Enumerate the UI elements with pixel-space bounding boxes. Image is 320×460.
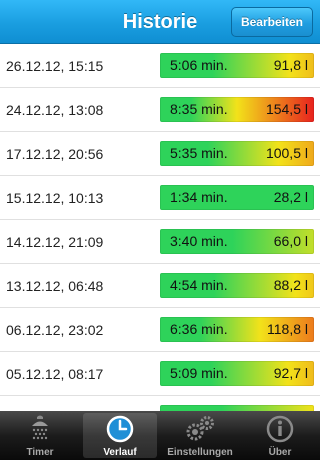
tab-ueber[interactable]: Über xyxy=(240,411,320,460)
history-date: 14.12.12, 21:09 xyxy=(6,234,104,250)
duration-value: 4:54 min. xyxy=(170,277,228,293)
usage-bar: 5:09 min. 92,7 l xyxy=(160,361,314,386)
history-row[interactable]: 24.12.12, 13:08 8:35 min. 154,5 l xyxy=(0,88,320,132)
history-date: 24.12.12, 13:08 xyxy=(6,102,104,118)
duration-value: 1:34 min. xyxy=(170,189,228,205)
history-row[interactable]: 15.12.12, 10:13 1:34 min. 28,2 l xyxy=(0,176,320,220)
shower-icon xyxy=(32,415,48,440)
tab-bar: Timer Verlauf Einstellungen Über xyxy=(0,411,320,460)
usage-bar: 5:35 min. 100,5 l xyxy=(160,141,314,166)
history-date: 15.12.12, 10:13 xyxy=(6,190,104,206)
usage-bar: 8:35 min. 154,5 l xyxy=(160,97,314,122)
volume-value: 88,2 l xyxy=(273,277,308,293)
history-row[interactable] xyxy=(0,396,320,411)
volume-value: 154,5 l xyxy=(265,101,308,117)
duration-value: 6:36 min. xyxy=(170,321,228,337)
duration-value: 5:06 min. xyxy=(170,57,228,73)
volume-value: 92,7 l xyxy=(273,365,308,381)
volume-value: 66,0 l xyxy=(273,233,308,249)
usage-bar: 1:34 min. 28,2 l xyxy=(160,185,314,210)
edit-button[interactable]: Bearbeiten xyxy=(230,7,313,37)
usage-bar: 4:54 min. 88,2 l xyxy=(160,273,314,298)
volume-value: 28,2 l xyxy=(273,189,308,205)
tab-label: Timer xyxy=(26,447,54,458)
tab-verlauf[interactable]: Verlauf xyxy=(80,411,160,460)
tab-label: Einstellungen xyxy=(167,447,233,458)
history-date: 05.12.12, 08:17 xyxy=(6,366,104,382)
duration-value: 3:40 min. xyxy=(170,233,228,249)
volume-value: 118,8 l xyxy=(267,321,308,337)
usage-bar: 6:36 min. 118,8 l xyxy=(160,317,314,342)
info-icon xyxy=(266,415,294,443)
tab-label: Über xyxy=(268,447,292,458)
usage-bar: 3:40 min. 66,0 l xyxy=(160,229,314,254)
history-row[interactable]: 05.12.12, 08:17 5:09 min. 92,7 l xyxy=(0,352,320,396)
history-row[interactable]: 13.12.12, 06:48 4:54 min. 88,2 l xyxy=(0,264,320,308)
history-date: 17.12.12, 20:56 xyxy=(6,146,104,162)
history-row[interactable]: 17.12.12, 20:56 5:35 min. 100,5 l xyxy=(0,132,320,176)
history-date: 13.12.12, 06:48 xyxy=(6,278,104,294)
volume-value: 100,5 l xyxy=(265,145,308,161)
duration-value: 5:09 min. xyxy=(170,365,228,381)
duration-value: 5:35 min. xyxy=(170,145,228,161)
tab-label: Verlauf xyxy=(103,447,137,458)
tab-timer[interactable]: Timer xyxy=(0,411,80,460)
usage-bar: 5:06 min. 91,8 l xyxy=(160,53,314,78)
gears-icon xyxy=(186,416,214,441)
duration-value: 8:35 min. xyxy=(170,101,228,117)
history-row[interactable]: 14.12.12, 21:09 3:40 min. 66,0 l xyxy=(0,220,320,264)
tab-einstellungen[interactable]: Einstellungen xyxy=(160,411,240,460)
history-row[interactable]: 26.12.12, 15:15 5:06 min. 91,8 l xyxy=(0,44,320,88)
history-date: 26.12.12, 15:15 xyxy=(6,58,104,74)
history-list[interactable]: 26.12.12, 15:15 5:06 min. 91,8 l 24.12.12, … xyxy=(0,44,320,411)
navigation-bar: Historie Bearbeiten xyxy=(0,0,320,44)
history-row[interactable]: 06.12.12, 23:02 6:36 min. 118,8 l xyxy=(0,308,320,352)
history-date: 06.12.12, 23:02 xyxy=(6,322,104,338)
volume-value: 91,8 l xyxy=(273,57,308,73)
clock-icon xyxy=(106,415,134,443)
